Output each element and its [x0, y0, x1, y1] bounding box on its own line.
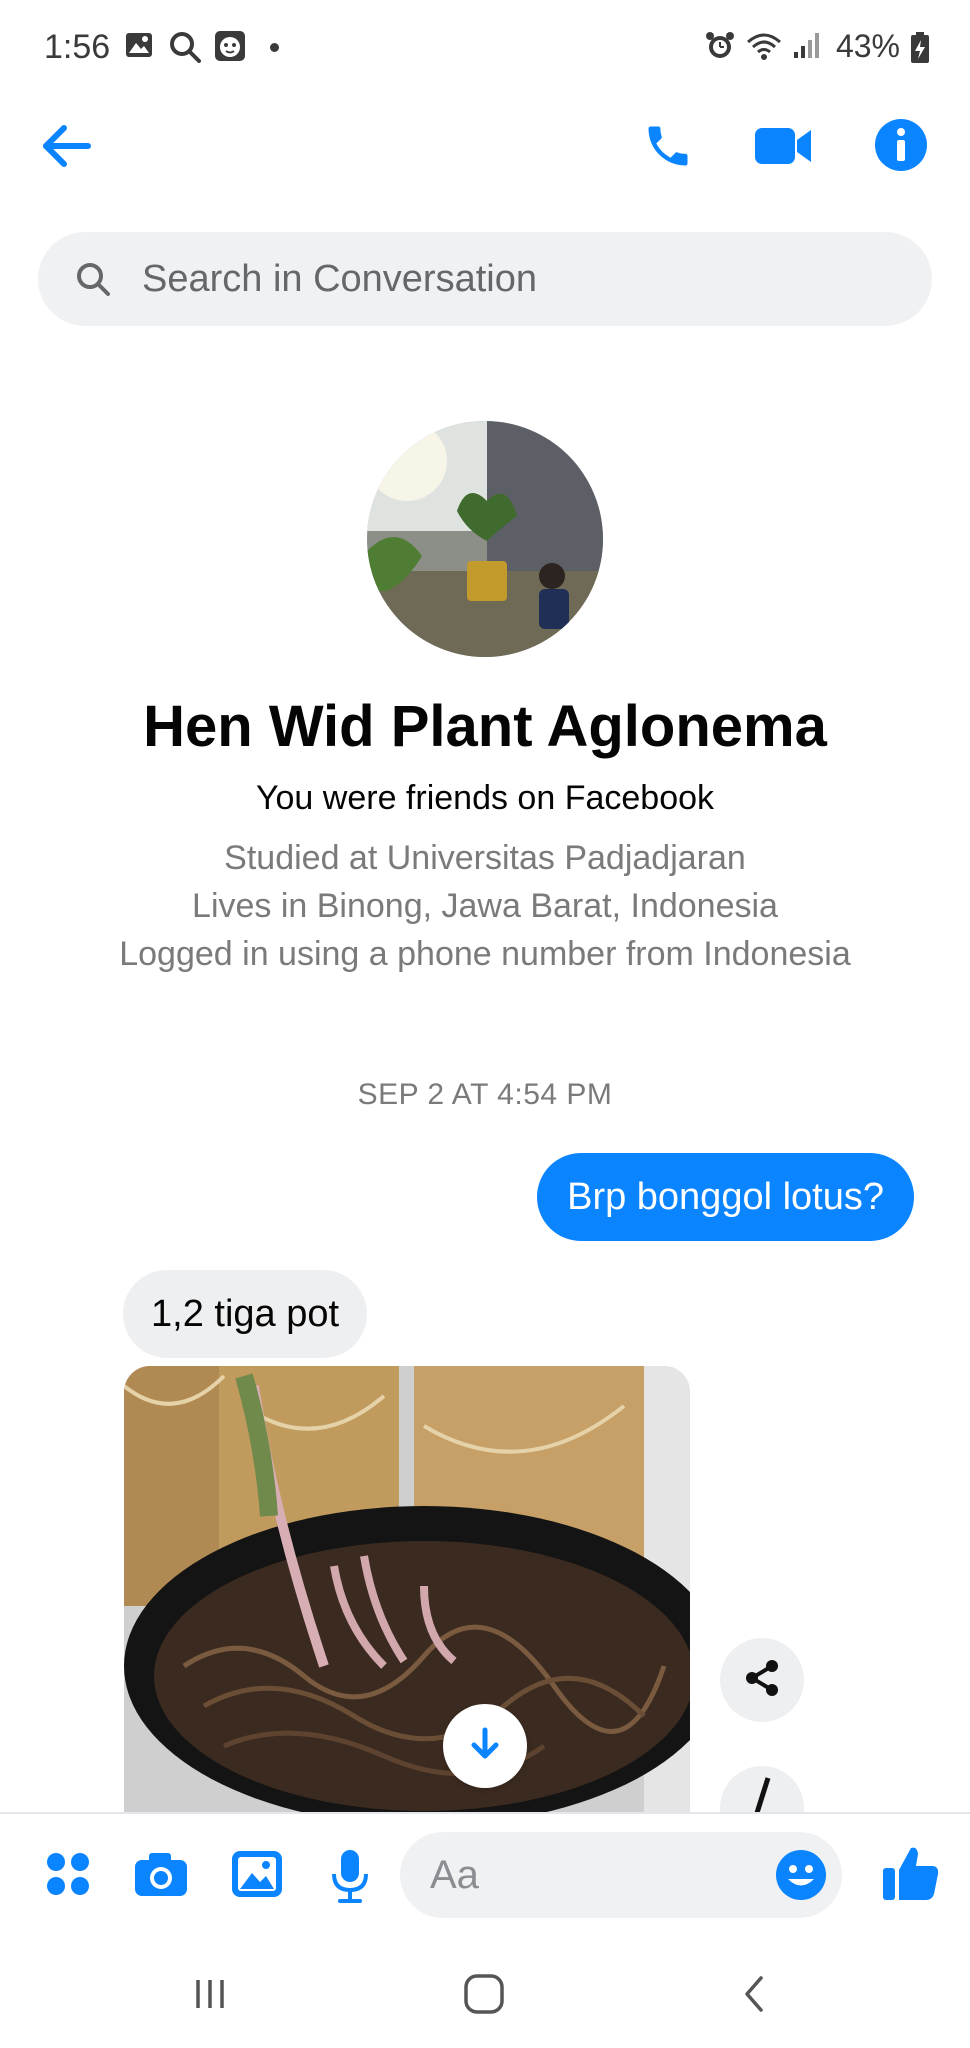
- voice-message-button[interactable]: [322, 1846, 378, 1910]
- recent-apps-icon: [190, 1976, 230, 2017]
- voice-call-button[interactable]: [636, 116, 700, 180]
- status-time: 1:56: [44, 28, 111, 66]
- profile-education: Studied at Universitas Padjadjaran: [224, 839, 746, 877]
- home-icon: [462, 1972, 506, 2021]
- home-button[interactable]: [452, 1964, 516, 2028]
- profile-login-info: Logged in using a phone number from Indo…: [119, 935, 851, 973]
- gallery-button[interactable]: [226, 1846, 288, 1906]
- battery-charging-icon: [910, 32, 930, 69]
- video-camera-icon: [753, 124, 813, 173]
- apps-grid-icon: [45, 1851, 91, 1902]
- sent-message-bubble[interactable]: Brp bonggol lotus?: [537, 1153, 914, 1241]
- more-actions-button[interactable]: [38, 1846, 98, 1906]
- chevron-left-icon: [739, 1972, 769, 2021]
- profile-location: Lives in Binong, Jawa Barat, Indonesia: [192, 887, 778, 925]
- avatar[interactable]: [367, 421, 603, 657]
- back-nav-button[interactable]: [724, 1964, 784, 2028]
- share-icon: [741, 1657, 783, 1704]
- edit-button[interactable]: [720, 1766, 804, 1812]
- battery-percent: 43%: [835, 28, 900, 64]
- wifi-icon: [744, 30, 784, 67]
- pencil-icon: [744, 1776, 780, 1812]
- recent-apps-button[interactable]: [180, 1966, 240, 2026]
- like-button[interactable]: [876, 1840, 946, 1910]
- thumbs-up-icon: [881, 1844, 941, 1907]
- tiger-app-icon: [214, 30, 246, 67]
- back-arrow-icon: [40, 123, 92, 174]
- profile-name: Hen Wid Plant Aglonema: [143, 694, 827, 759]
- message-timestamp: SEP 2 AT 4:54 PM: [357, 1078, 613, 1111]
- microphone-icon: [330, 1848, 370, 1909]
- message-input[interactable]: [428, 1851, 752, 1899]
- camera-icon: [133, 1850, 189, 1903]
- signal-icon: [792, 30, 822, 65]
- friend-status: You were friends on Facebook: [255, 779, 715, 817]
- info-button[interactable]: [866, 112, 936, 182]
- message-photo[interactable]: [124, 1366, 690, 1814]
- download-button[interactable]: [443, 1704, 527, 1788]
- share-button[interactable]: [720, 1638, 804, 1722]
- search-input[interactable]: [140, 256, 904, 302]
- download-arrow-icon: [465, 1724, 505, 1769]
- info-icon: [873, 117, 929, 178]
- message-field[interactable]: [400, 1832, 842, 1918]
- back-button[interactable]: [34, 116, 98, 180]
- alarm-icon: [704, 30, 736, 67]
- search-icon: [74, 260, 112, 298]
- emoji-icon[interactable]: [774, 1848, 828, 1902]
- phone-icon: [642, 120, 694, 177]
- search-bar[interactable]: [38, 232, 932, 326]
- received-message-bubble[interactable]: 1,2 tiga pot: [123, 1270, 368, 1358]
- gallery-icon: [124, 30, 154, 65]
- dot-icon: [270, 43, 279, 52]
- video-call-button[interactable]: [750, 116, 816, 180]
- search-icon: [168, 30, 202, 69]
- image-icon: [230, 1849, 284, 1904]
- camera-button[interactable]: [130, 1846, 192, 1906]
